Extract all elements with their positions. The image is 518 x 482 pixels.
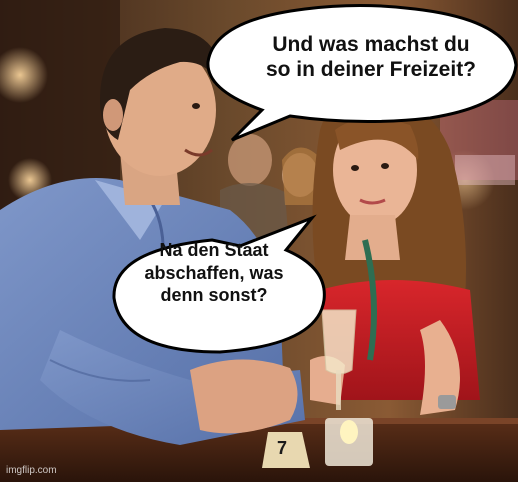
speech-text-bottom: Na den Staat abschaffen, was denn sonst? xyxy=(144,240,284,305)
wristwatch xyxy=(438,395,456,409)
speech-text-top: Und was machst du so in deiner Freizeit? xyxy=(265,33,477,82)
meme-image: Und was machst du so in deiner Freizeit?… xyxy=(0,0,518,482)
man-hands xyxy=(190,359,298,434)
wine-glass xyxy=(321,309,357,375)
table-number: 7 xyxy=(277,438,288,458)
watermark: imgflip.com xyxy=(6,465,57,476)
candle-flame xyxy=(340,420,358,444)
